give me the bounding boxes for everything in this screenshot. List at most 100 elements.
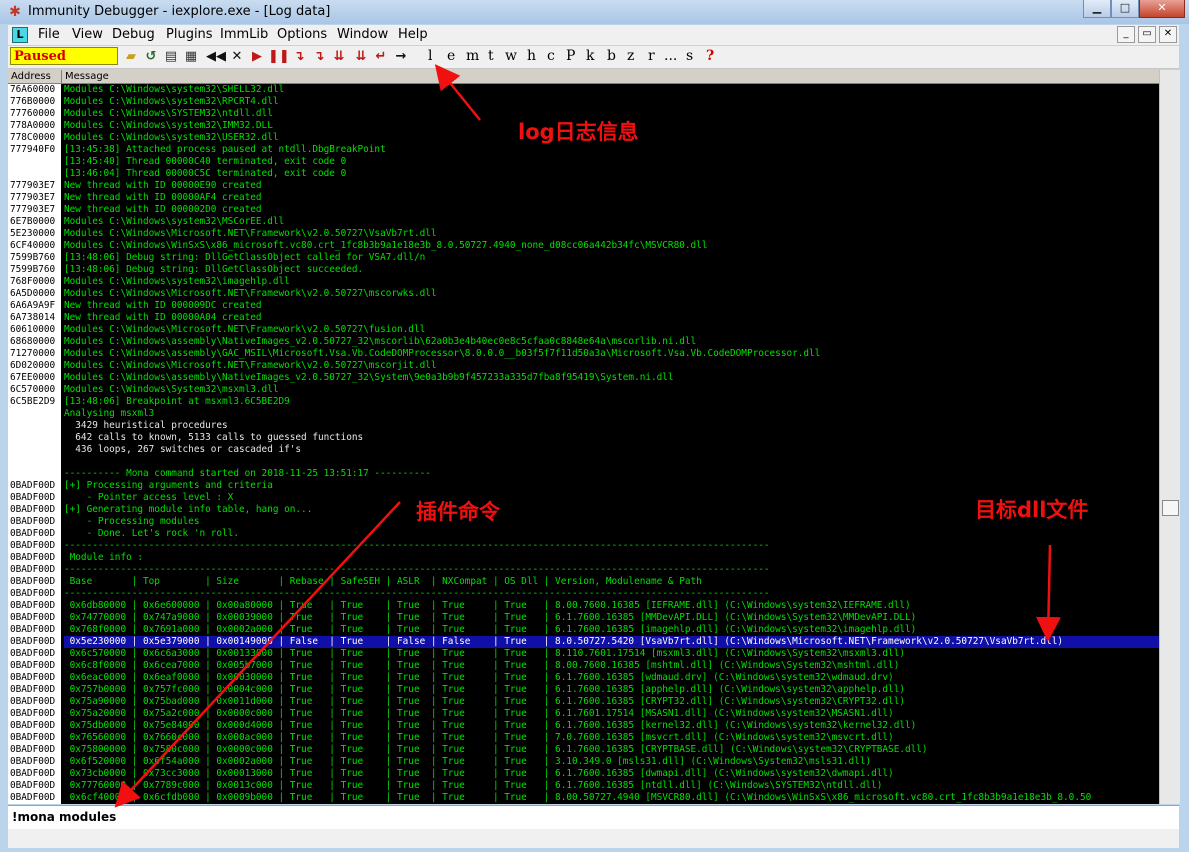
log-row[interactable]: 0BADF00D 0x76560000 | 0x7660c000 | 0x000… — [8, 732, 1159, 744]
mdi-restore-button[interactable]: ▭ — [1138, 26, 1156, 43]
toolbar-handles-button[interactable]: h — [527, 48, 536, 64]
mdi-minimize-button[interactable]: _ — [1117, 26, 1135, 43]
log-row-selected[interactable]: 0BADF00D 0x5e230000 | 0x5e379000 | 0x001… — [8, 636, 1159, 648]
window-list-icon[interactable]: ▤ — [162, 48, 180, 65]
help-icon[interactable]: ? — [706, 48, 714, 64]
log-row[interactable]: 6C570000 Modules C:\Windows\System32\msxm… — [8, 384, 1159, 396]
command-input[interactable] — [12, 808, 1112, 826]
log-row[interactable]: 0BADF00D 0x6c8f0000 | 0x6cea7000 | 0x005… — [8, 660, 1159, 672]
scrollbar-thumb[interactable] — [1162, 500, 1179, 516]
menu-debug[interactable]: Debug — [112, 27, 155, 42]
execute-till-return-icon[interactable]: ↵ — [372, 48, 390, 65]
log-row[interactable]: 0BADF00D 0x6cf40000 | 0x6cfdb000 | 0x000… — [8, 792, 1159, 804]
log-row[interactable]: 7599B760 [13:48:06] Debug string: DllGetC… — [8, 252, 1159, 264]
menu-immlib[interactable]: ImmLib — [220, 27, 268, 42]
log-row[interactable]: 777903E7 New thread with ID 000002D0 crea… — [8, 204, 1159, 216]
log-row[interactable]: 6A738014 New thread with ID 00000A04 crea… — [8, 312, 1159, 324]
log-row[interactable]: 6C5BE2D9 [13:48:06] Breakpoint at msxml3.… — [8, 396, 1159, 408]
log-row[interactable]: 0BADF00D 0x73cb0000 | 0x73cc3000 | 0x000… — [8, 768, 1159, 780]
log-row[interactable]: 436 loops, 267 switches or cascaded if's — [8, 444, 1159, 456]
log-row[interactable]: 776B0000 Modules C:\Windows\system32\RPCR… — [8, 96, 1159, 108]
toolbar-threads-button[interactable]: t — [488, 48, 494, 64]
log-row[interactable]: 0BADF00D 0x6db80000 | 0x6e600000 | 0x00a… — [8, 600, 1159, 612]
toolbar-memory-button[interactable]: m — [466, 48, 479, 64]
toolbar-windows-button[interactable]: w — [505, 48, 517, 64]
rewind-icon[interactable]: ◀◀ — [206, 48, 226, 65]
toolbar-source-button[interactable]: s — [686, 48, 693, 64]
log-row[interactable]: 0BADF00D Base | Top | Size | Rebase | Sa… — [8, 576, 1159, 588]
toolbar-executable-button[interactable]: e — [447, 48, 455, 64]
log-row[interactable]: 5E230000 Modules C:\Windows\Microsoft.NET… — [8, 228, 1159, 240]
log-row[interactable]: 0BADF00D 0x6eac0000 | 0x6eaf0000 | 0x000… — [8, 672, 1159, 684]
log-row[interactable]: 0BADF00D 0x75db0000 | 0x75e84000 | 0x000… — [8, 720, 1159, 732]
run-icon[interactable]: ▶ — [248, 48, 266, 65]
step-into-icon[interactable]: ↴ — [290, 48, 308, 65]
stop-icon[interactable]: ✕ — [228, 48, 246, 65]
restart-icon[interactable]: ↺ — [142, 48, 160, 65]
log-row[interactable]: 6E7B0000 Modules C:\Windows\system32\MSCo… — [8, 216, 1159, 228]
log-row[interactable]: 777903E7 New thread with ID 00000AF4 crea… — [8, 192, 1159, 204]
open-folder-icon[interactable]: ▰ — [122, 48, 140, 65]
menu-plugins[interactable]: Plugins — [166, 27, 213, 42]
log-row[interactable]: 6CF40000 Modules C:\Windows\WinSxS\x86_mi… — [8, 240, 1159, 252]
log-row[interactable]: 0BADF00D 0x75800000 | 0x7580c000 | 0x000… — [8, 744, 1159, 756]
log-row[interactable]: [13:45:40] Thread 00000C40 terminated, e… — [8, 156, 1159, 168]
toolbar-trace-button[interactable]: ... — [664, 48, 677, 64]
log-row[interactable]: 60610000 Modules C:\Windows\Microsoft.NET… — [8, 324, 1159, 336]
log-row[interactable]: 0BADF00D --------------------------------… — [8, 564, 1159, 576]
step-over-icon[interactable]: ↴ — [310, 48, 328, 65]
log-row[interactable]: 71270000 Modules C:\Windows\assembly\GAC_… — [8, 348, 1159, 360]
pause-icon[interactable]: ❚❚ — [268, 48, 290, 65]
log-row[interactable]: 777903E7 New thread with ID 00000E90 crea… — [8, 180, 1159, 192]
log-row[interactable]: 0BADF00D 0x74770000 | 0x747a9000 | 0x000… — [8, 612, 1159, 624]
toolbar-log-button[interactable]: l — [428, 48, 432, 64]
log-window-icon[interactable]: L — [12, 27, 28, 43]
log-row[interactable]: 0BADF00D 0x77760000 | 0x7789c000 | 0x001… — [8, 780, 1159, 792]
minimize-button[interactable]: ▁ — [1083, 0, 1111, 18]
log-row[interactable]: 0BADF00D --------------------------------… — [8, 588, 1159, 600]
log-row[interactable]: 7599B760 [13:48:06] Debug string: DllGetC… — [8, 264, 1159, 276]
log-row[interactable]: 0BADF00D - Done. Let's rock 'n roll. — [8, 528, 1159, 540]
log-row[interactable]: 768F0000 Modules C:\Windows\system32\imag… — [8, 276, 1159, 288]
toolbar-patches-button[interactable]: P — [566, 48, 575, 64]
memory-map-icon[interactable]: ▦ — [182, 48, 200, 65]
column-header-message[interactable]: Message — [65, 70, 109, 83]
log-row[interactable]: 0BADF00D 0x75a90000 | 0x75bad000 | 0x001… — [8, 696, 1159, 708]
log-row[interactable]: 3429 heuristical procedures — [8, 420, 1159, 432]
trace-over-icon[interactable]: ⇊ — [352, 48, 370, 65]
log-row[interactable]: 642 calls to known, 5133 calls to guesse… — [8, 432, 1159, 444]
log-row[interactable]: 6A6A9A9F New thread with ID 000009DC crea… — [8, 300, 1159, 312]
log-row[interactable]: 0BADF00D Module info : — [8, 552, 1159, 564]
menu-window[interactable]: Window — [337, 27, 388, 42]
log-row[interactable]: [13:46:04] Thread 00000C5C terminated, e… — [8, 168, 1159, 180]
log-row[interactable]: 6A5D0000 Modules C:\Windows\Microsoft.NET… — [8, 288, 1159, 300]
log-row[interactable]: 76A60000 Modules C:\Windows\system32\SHEL… — [8, 84, 1159, 96]
log-row[interactable]: Analysing msxml3 — [8, 408, 1159, 420]
log-row[interactable]: ---------- Mona command started on 2018-… — [8, 468, 1159, 480]
toolbar-callstack-button[interactable]: k — [586, 48, 594, 64]
toolbar-z-button[interactable]: z — [627, 48, 634, 64]
menu-view[interactable]: View — [72, 27, 103, 42]
log-row[interactable]: 0BADF00D [+] Processing arguments and cri… — [8, 480, 1159, 492]
log-row[interactable]: 0BADF00D 0x757b0000 | 0x757fc000 | 0x000… — [8, 684, 1159, 696]
log-row[interactable]: 0BADF00D 0x768f0000 | 0x7691a000 | 0x000… — [8, 624, 1159, 636]
menu-help[interactable]: Help — [398, 27, 428, 42]
toolbar-cpu-button[interactable]: c — [547, 48, 555, 64]
maximize-button[interactable]: □ — [1111, 0, 1139, 18]
toolbar-breakpoints-button[interactable]: b — [607, 48, 616, 64]
log-row[interactable]: 0BADF00D 0x6f520000 | 0x6f54a000 | 0x000… — [8, 756, 1159, 768]
column-header-address[interactable]: Address — [11, 70, 51, 83]
trace-into-icon[interactable]: ⇊ — [330, 48, 348, 65]
toolbar-references-button[interactable]: r — [648, 48, 655, 64]
log-row[interactable]: 68680000 Modules C:\Windows\assembly\Nati… — [8, 336, 1159, 348]
go-to-icon[interactable]: → — [392, 48, 410, 65]
menu-options[interactable]: Options — [277, 27, 327, 42]
menu-file[interactable]: File — [38, 27, 60, 42]
vertical-scrollbar[interactable] — [1159, 70, 1180, 804]
close-button[interactable]: ✕ — [1139, 0, 1185, 18]
log-row[interactable]: 6D020000 Modules C:\Windows\Microsoft.NET… — [8, 360, 1159, 372]
log-row[interactable]: 0BADF00D --------------------------------… — [8, 540, 1159, 552]
log-row[interactable] — [8, 456, 1159, 468]
log-row[interactable]: 0BADF00D 0x6c570000 | 0x6c6a3000 | 0x001… — [8, 648, 1159, 660]
log-row[interactable]: 0BADF00D 0x75a20000 | 0x75a2c000 | 0x000… — [8, 708, 1159, 720]
